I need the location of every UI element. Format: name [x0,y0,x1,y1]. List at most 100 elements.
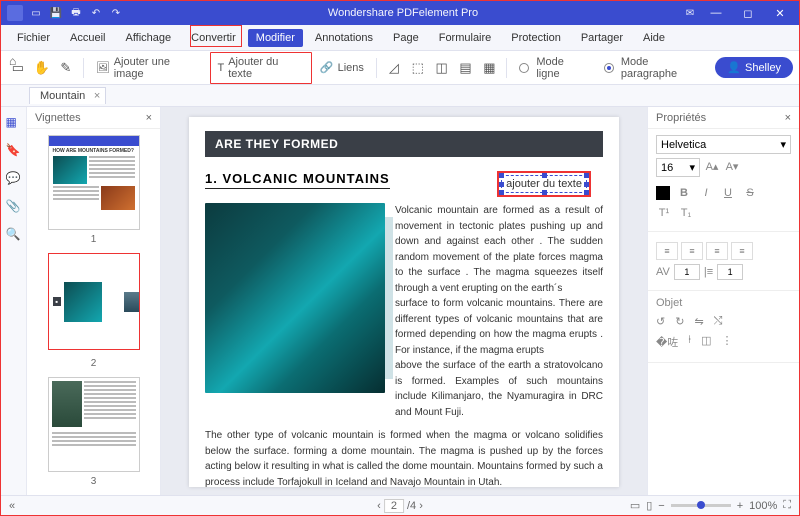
add-text-highlight: ajouter du texte [497,171,591,197]
mode-line-radio[interactable]: Mode ligne [513,53,596,83]
view-single-icon[interactable]: ▭ [630,499,640,512]
menu-aide[interactable]: Aide [635,29,673,47]
watermark-icon[interactable]: ⬚ [407,57,429,79]
header-icon[interactable]: ▤ [455,57,477,79]
align-obj-left-icon[interactable]: �咗 [656,334,678,350]
mail-icon[interactable]: ✉ [683,6,697,20]
strike-button[interactable]: S [742,185,758,201]
line-spacing-input[interactable] [717,264,743,280]
background-icon[interactable]: ◫ [431,57,453,79]
collapse-icon[interactable]: « [9,500,15,512]
char-spacing-input[interactable] [674,264,700,280]
edit-tool-icon[interactable]: ✎ [55,57,77,79]
flip-h-icon[interactable]: ⇋ [694,315,703,328]
chevron-down-icon: ▾ [689,161,695,174]
links-button[interactable]: 🔗Liens [314,58,370,77]
attachments-icon[interactable]: 📎 [6,199,22,215]
align-left-button[interactable]: ≡ [656,242,678,260]
text-insert-box[interactable]: ajouter du texte [501,175,587,193]
body-column: Volcanic mountain are formed as a result… [395,203,603,420]
thumbnail-3[interactable] [48,377,140,472]
menu-page[interactable]: Page [385,29,427,47]
crop-icon[interactable]: ◿ [383,57,405,79]
panel-close-icon[interactable]: × [146,112,152,124]
open-icon[interactable]: ▭ [29,6,43,20]
menu-protection[interactable]: Protection [503,29,569,47]
menu-annotations[interactable]: Annotations [307,29,381,47]
properties-close-icon[interactable]: × [785,112,791,124]
align-obj-center-icon[interactable]: ⍿ [688,334,691,350]
zoom-slider[interactable] [671,504,731,507]
close-button[interactable]: ✕ [767,4,793,22]
menu-convertir[interactable]: Convertir [183,29,244,47]
link-icon: 🔗 [320,61,334,74]
align-right-button[interactable]: ≡ [706,242,728,260]
image-icon: 🖼 [96,61,110,74]
menu-formulaire[interactable]: Formulaire [431,29,500,47]
rotate-left-icon[interactable]: ↺ [656,315,665,328]
align-center-button[interactable]: ≡ [681,242,703,260]
menu-modifier[interactable]: Modifier [248,29,303,47]
menu-partager[interactable]: Partager [573,29,631,47]
add-image-button[interactable]: 🖼Ajouter une image [90,53,209,83]
italic-button[interactable]: I [698,185,714,201]
fit-icon[interactable]: ⛶ [783,499,791,512]
menu-fichier[interactable]: Fichier [9,29,58,47]
comments-icon[interactable]: 💬 [6,171,22,187]
left-rail: ▦ 🔖 💬 📎 🔍 [1,107,27,497]
char-spacing-icon: AV [656,266,670,278]
thumbnails-title: Vignettes [35,112,81,124]
align-justify-button[interactable]: ≡ [731,242,753,260]
subscript-button[interactable]: T₁ [678,205,694,221]
bold-button[interactable]: B [676,185,692,201]
article-image [205,203,385,393]
view-continuous-icon[interactable]: ▯ [646,499,652,512]
redo-icon[interactable]: ↷ [109,6,123,20]
prev-page-icon[interactable]: ‹ [377,500,381,512]
superscript-button[interactable]: T¹ [656,205,672,221]
app-title: Wondershare PDFelement Pro [129,7,677,19]
color-swatch[interactable] [656,186,670,200]
distribute-icon[interactable]: ⋮ [722,334,733,350]
decrease-size-icon[interactable]: A▾ [724,158,740,174]
search-icon[interactable]: 🔍 [6,227,22,243]
properties-panel: Propriétés × Helvetica▾ 16▾ A▴ A▾ B I U S… [647,107,799,497]
size-select[interactable]: 16▾ [656,158,700,177]
home-icon[interactable]: ⌂ [9,54,16,68]
user-button[interactable]: 👤Shelley [715,57,793,78]
thumbnail-1[interactable]: HOW ARE MOUNTAINS FORMED? [48,135,140,230]
page-input[interactable]: 2 [384,499,404,513]
save-icon[interactable]: 💾 [49,6,63,20]
document-area[interactable]: ARE THEY FORMED 1. VOLCANIC MOUNTAINS aj… [161,107,647,497]
toolbar: ▭ ✋ ✎ 🖼Ajouter une image TAjouter du tex… [1,51,799,85]
menu-affichage[interactable]: Affichage [117,29,179,47]
thumbnails-icon[interactable]: ▦ [6,115,22,131]
undo-icon[interactable]: ↶ [89,6,103,20]
underline-button[interactable]: U [720,185,736,201]
hand-tool-icon[interactable]: ✋ [31,57,53,79]
flip-v-icon[interactable]: ⤭ [714,315,723,328]
mode-paragraph-radio[interactable]: Mode paragraphe [598,53,713,83]
titlebar: ▭ 💾 🖶 ↶ ↷ Wondershare PDFelement Pro ✉ —… [1,1,799,25]
file-tab[interactable]: Mountain× [29,87,106,104]
increase-size-icon[interactable]: A▴ [704,158,720,174]
next-page-icon[interactable]: › [419,500,423,512]
add-text-button[interactable]: TAjouter du texte [210,52,311,84]
menu-accueil[interactable]: Accueil [62,29,113,47]
rotate-right-icon[interactable]: ↻ [675,315,684,328]
close-tab-icon[interactable]: × [94,90,100,102]
zoom-out-icon[interactable]: − [658,500,664,512]
thumb-num-1: 1 [91,234,97,245]
align-obj-right-icon[interactable]: ◫ [701,334,711,350]
minimize-button[interactable]: — [703,4,729,22]
font-select[interactable]: Helvetica▾ [656,135,791,154]
maximize-button[interactable]: ◻ [735,4,761,22]
zoom-in-icon[interactable]: + [737,500,743,512]
line-spacing-icon: |≡ [704,266,713,278]
footer-icon[interactable]: ▦ [479,57,501,79]
print-icon[interactable]: 🖶 [69,6,83,20]
bookmarks-icon[interactable]: 🔖 [6,143,22,159]
thumbnail-2[interactable]: ■ [48,253,140,349]
thumbnails-panel: Vignettes × HOW ARE MOUNTAINS FORMED? 1 [27,107,161,497]
properties-title: Propriétés [656,112,706,124]
